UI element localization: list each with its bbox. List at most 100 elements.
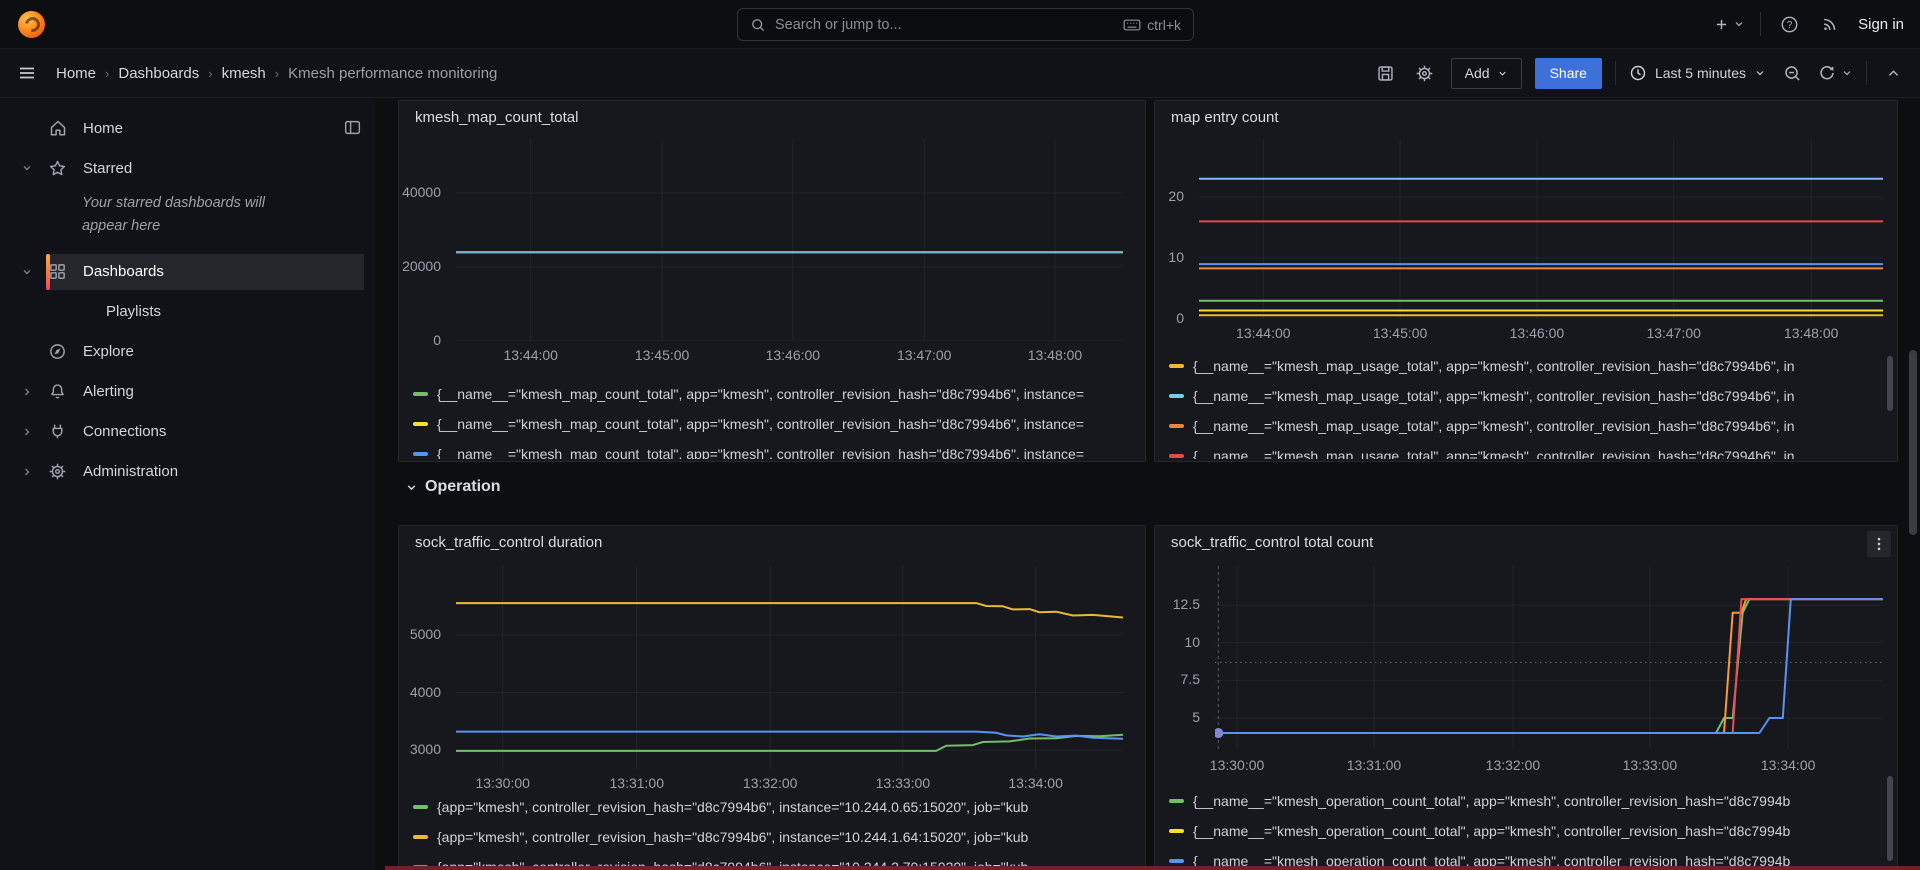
add-button-label: Add [1465, 65, 1490, 81]
y-tick-label: 20 [1168, 188, 1184, 204]
sidebar-item-connections[interactable]: Connections [0, 412, 375, 452]
sign-in-link[interactable]: Sign in [1858, 16, 1904, 33]
breadcrumb-home[interactable]: Home [56, 65, 96, 82]
chart-legend: {app="kmesh", controller_revision_hash="… [413, 792, 1131, 870]
share-button[interactable]: Share [1535, 58, 1602, 89]
legend-item[interactable]: {__name__="kmesh_map_count_total", app="… [413, 379, 1131, 409]
sidebar-item-alerting[interactable]: Alerting [0, 372, 375, 412]
bell-icon [34, 382, 83, 401]
legend-item[interactable]: {__name__="kmesh_map_usage_total", app="… [1169, 441, 1883, 459]
y-tick-label: 4000 [410, 684, 441, 700]
chart-plot-area[interactable] [1199, 139, 1883, 319]
refresh-icon [1818, 64, 1836, 82]
y-tick-label: 20000 [402, 258, 441, 274]
chart-plot-area[interactable] [1215, 566, 1883, 749]
legend-scrollbar[interactable] [1887, 356, 1893, 411]
legend-item[interactable]: {__name__="kmesh_operation_count_total",… [1169, 816, 1883, 846]
legend-item[interactable]: {app="kmesh", controller_revision_hash="… [413, 822, 1131, 852]
y-tick-label: 10 [1168, 249, 1184, 265]
chevron-right-icon[interactable] [0, 426, 34, 438]
collapse-toolbar-button[interactable] [1880, 60, 1906, 86]
breadcrumb-current-page: Kmesh performance monitoring [288, 65, 497, 82]
series-line [456, 603, 1123, 617]
zoom-out-time-button[interactable] [1779, 60, 1805, 86]
y-tick-label: 5 [1192, 709, 1200, 725]
news-button[interactable] [1817, 11, 1843, 37]
chevron-right-icon[interactable] [0, 386, 34, 398]
x-tick-label: 13:31:00 [592, 775, 682, 791]
y-axis: 02000040000 [399, 139, 448, 341]
legend-marker [413, 805, 428, 809]
chevron-down-icon[interactable] [0, 266, 34, 278]
page-scrollbar-thumb[interactable] [1909, 350, 1917, 535]
x-axis: 13:44:0013:45:0013:46:0013:47:0013:48:00 [456, 347, 1123, 365]
sidebar-nav: Home Starred Your starred dashboards wil… [0, 98, 375, 870]
breadcrumb-dashboards[interactable]: Dashboards [118, 65, 199, 82]
legend-marker [413, 835, 428, 839]
chevron-down-icon [1497, 68, 1508, 79]
starred-empty-note: Your starred dashboards will appear here [82, 192, 312, 238]
series-line [456, 732, 1123, 739]
legend-marker [1169, 829, 1184, 833]
dashboard-canvas: kmesh_map_count_total 02000040000 13:44:… [375, 98, 1920, 870]
save-dashboard-button[interactable] [1373, 60, 1399, 86]
row-section-operation[interactable]: Operation [405, 478, 501, 496]
chevron-right-icon: › [275, 66, 279, 81]
star-icon [34, 159, 83, 178]
divider [1760, 12, 1761, 36]
sidebar-item-playlists[interactable]: Playlists [0, 292, 375, 332]
time-range-picker[interactable]: Last 5 minutes [1629, 64, 1766, 82]
legend-item[interactable]: {__name__="kmesh_map_count_total", app="… [413, 439, 1131, 459]
legend-item[interactable]: {__name__="kmesh_map_usage_total", app="… [1169, 411, 1883, 441]
legend-item[interactable]: {__name__="kmesh_map_usage_total", app="… [1169, 381, 1883, 411]
chevron-right-icon[interactable] [0, 466, 34, 478]
refresh-picker[interactable] [1818, 64, 1853, 82]
legend-item[interactable]: {__name__="kmesh_map_count_total", app="… [413, 409, 1131, 439]
home-icon [34, 118, 83, 138]
chart-plot-area[interactable] [456, 566, 1123, 769]
panel-kmesh-map-count-total: kmesh_map_count_total 02000040000 13:44:… [398, 100, 1146, 462]
help-button[interactable]: ? [1776, 11, 1802, 37]
new-button[interactable] [1713, 16, 1745, 33]
legend-label: {__name__="kmesh_map_count_total", app="… [437, 416, 1084, 432]
sidebar-item-explore[interactable]: Explore [0, 332, 375, 372]
sidebar-item-administration[interactable]: Administration [0, 452, 375, 492]
dashboard-toolbar: Home › Dashboards › kmesh › Kmesh perfor… [0, 49, 1920, 98]
search-input[interactable] [775, 17, 1114, 33]
grafana-logo-icon[interactable] [18, 11, 45, 38]
legend-scrollbar[interactable] [1887, 776, 1893, 861]
series-point [1215, 728, 1223, 738]
legend-item[interactable]: {__name__="kmesh_operation_count_total",… [1169, 786, 1883, 816]
sidebar-item-home[interactable]: Home [0, 108, 375, 148]
mega-menu-button[interactable] [14, 60, 40, 86]
legend-marker [1169, 799, 1184, 803]
add-button[interactable]: Add [1451, 58, 1522, 89]
legend-marker [1169, 394, 1184, 398]
chevron-down-icon [1733, 18, 1745, 30]
sidebar-item-label: Explore [83, 343, 134, 360]
x-tick-label: 13:45:00 [1355, 325, 1445, 341]
y-tick-label: 10 [1184, 634, 1200, 650]
chevron-right-icon: › [208, 66, 212, 81]
divider [1866, 61, 1867, 85]
legend-label: {app="kmesh", controller_revision_hash="… [437, 799, 1028, 815]
sidebar-item-starred[interactable]: Starred [0, 148, 375, 188]
chevron-down-icon [1754, 67, 1766, 79]
legend-label: {__name__="kmesh_map_usage_total", app="… [1193, 448, 1795, 459]
chart-svg [456, 566, 1123, 769]
legend-item[interactable]: {app="kmesh", controller_revision_hash="… [413, 792, 1131, 822]
legend-label: {__name__="kmesh_map_usage_total", app="… [1193, 358, 1795, 374]
legend-label: {__name__="kmesh_map_count_total", app="… [437, 386, 1084, 402]
dashboard-settings-button[interactable] [1412, 60, 1438, 86]
y-axis: 300040005000 [399, 566, 448, 769]
legend-item[interactable]: {__name__="kmesh_map_usage_total", app="… [1169, 351, 1883, 381]
sidebar-item-dashboards[interactable]: Dashboards [0, 252, 375, 292]
top-nav-actions: ? Sign in [1713, 0, 1904, 48]
search-input-box[interactable]: ctrl+k [737, 8, 1194, 41]
x-tick-label: 13:44:00 [1218, 325, 1308, 341]
plus-icon [1713, 16, 1730, 33]
toolbar-actions: Add Share Last 5 minutes [1373, 58, 1906, 89]
chevron-down-icon[interactable] [0, 162, 34, 174]
chart-plot-area[interactable] [456, 139, 1123, 341]
breadcrumb-folder[interactable]: kmesh [222, 65, 266, 82]
